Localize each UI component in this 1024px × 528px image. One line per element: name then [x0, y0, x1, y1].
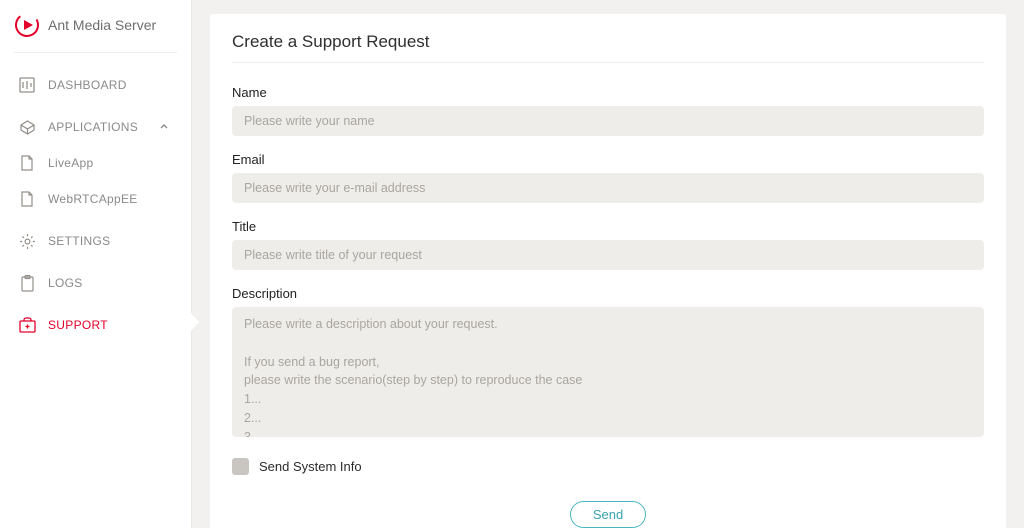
- field-email: Email: [232, 152, 984, 203]
- nav-logs-label: LOGS: [48, 276, 83, 290]
- brand-title: Ant Media Server: [48, 17, 156, 33]
- email-input[interactable]: [232, 173, 984, 203]
- brand: Ant Media Server: [0, 0, 191, 48]
- support-form-card: Create a Support Request Name Email Titl…: [210, 14, 1006, 528]
- field-name: Name: [232, 85, 984, 136]
- file-icon: [18, 154, 36, 172]
- nav-app-liveapp[interactable]: LiveApp: [0, 145, 191, 181]
- title-input[interactable]: [232, 240, 984, 270]
- name-label: Name: [232, 85, 984, 100]
- active-indicator-icon: [191, 313, 200, 331]
- email-label: Email: [232, 152, 984, 167]
- file-icon: [18, 190, 36, 208]
- nav-app-liveapp-label: LiveApp: [48, 156, 93, 170]
- dashboard-icon: [18, 76, 36, 94]
- nav-support[interactable]: SUPPORT: [0, 307, 191, 343]
- nav-applications-label: APPLICATIONS: [48, 120, 138, 134]
- main-content: Create a Support Request Name Email Titl…: [192, 0, 1024, 528]
- nav-dashboard[interactable]: DASHBOARD: [0, 67, 191, 103]
- nav-app-webrtc[interactable]: WebRTCAppEE: [0, 181, 191, 217]
- nav-settings[interactable]: SETTINGS: [0, 223, 191, 259]
- send-row: Send: [232, 501, 984, 528]
- field-title: Title: [232, 219, 984, 270]
- clipboard-icon: [18, 274, 36, 292]
- chevron-up-icon: [155, 118, 173, 136]
- nav-support-label: SUPPORT: [48, 318, 108, 332]
- support-icon: [18, 316, 36, 334]
- sidebar: Ant Media Server DASHBOARD APPLICATIONS: [0, 0, 192, 528]
- nav-dashboard-label: DASHBOARD: [48, 78, 127, 92]
- title-label: Title: [232, 219, 984, 234]
- send-system-info-checkbox[interactable]: [232, 458, 249, 475]
- applications-icon: [18, 118, 36, 136]
- description-textarea[interactable]: [232, 307, 984, 437]
- nav-logs[interactable]: LOGS: [0, 265, 191, 301]
- send-system-info-row: Send System Info: [232, 458, 984, 475]
- nav-applications-children: LiveApp WebRTCAppEE: [0, 145, 191, 217]
- send-system-info-label: Send System Info: [259, 459, 362, 474]
- brand-logo-icon: [14, 12, 40, 38]
- description-label: Description: [232, 286, 984, 301]
- gear-icon: [18, 232, 36, 250]
- send-button[interactable]: Send: [570, 501, 646, 528]
- nav-applications[interactable]: APPLICATIONS: [0, 109, 191, 145]
- page-title: Create a Support Request: [232, 32, 984, 63]
- field-description: Description: [232, 286, 984, 440]
- sidebar-nav: DASHBOARD APPLICATIONS LiveApp: [0, 61, 191, 343]
- name-input[interactable]: [232, 106, 984, 136]
- nav-app-webrtc-label: WebRTCAppEE: [48, 192, 138, 206]
- divider: [14, 52, 177, 53]
- nav-settings-label: SETTINGS: [48, 234, 110, 248]
